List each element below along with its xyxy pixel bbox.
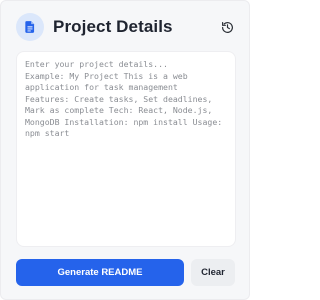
clear-button[interactable]: Clear: [191, 259, 235, 286]
panel-header: Project Details: [16, 13, 236, 41]
document-icon: [16, 13, 44, 41]
project-details-input[interactable]: [16, 51, 236, 247]
project-details-panel: Project Details Generate README Clear: [0, 0, 250, 300]
generate-readme-button[interactable]: Generate README: [16, 259, 184, 286]
page-title: Project Details: [53, 17, 173, 36]
history-icon[interactable]: [218, 18, 236, 36]
